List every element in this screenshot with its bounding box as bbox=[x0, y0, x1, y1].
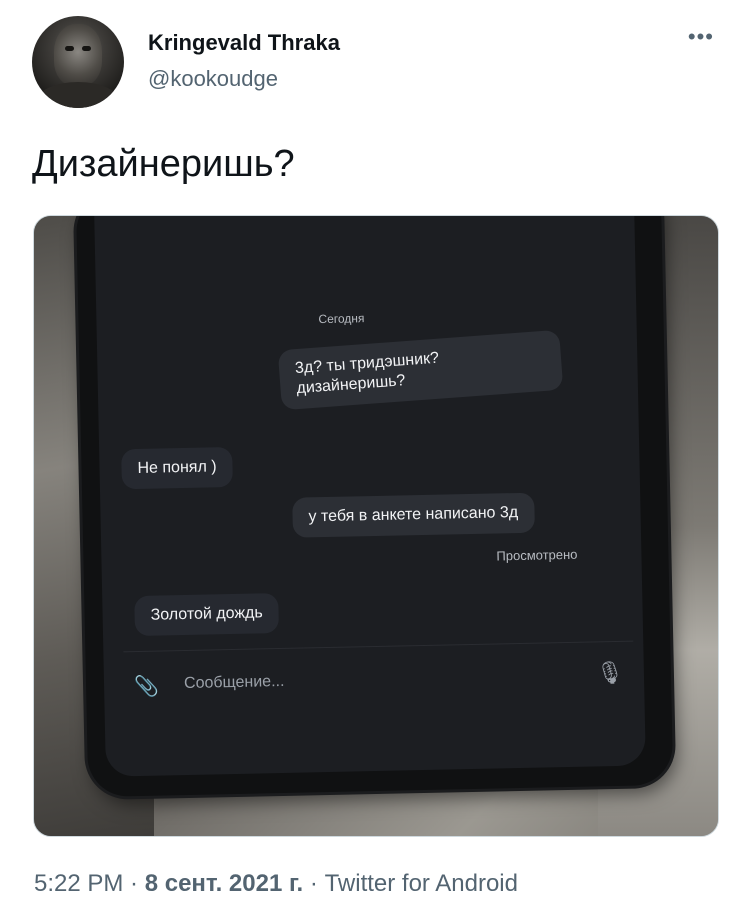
microphone-icon: 🎙 bbox=[595, 659, 625, 686]
avatar-shoulders bbox=[36, 82, 120, 108]
message-placeholder: Сообщение... bbox=[183, 672, 285, 693]
avatar-eye bbox=[65, 46, 74, 51]
avatar-eye bbox=[82, 46, 91, 51]
tweet-media-photo[interactable]: Сегодня 3д? ты тридэшник? дизайнеришь? Н… bbox=[33, 215, 719, 837]
chat-bubble-outgoing: у тебя в анкете написано 3д bbox=[292, 492, 535, 538]
avatar[interactable] bbox=[32, 16, 124, 108]
more-options-icon[interactable]: ••• bbox=[688, 24, 714, 50]
separator: · bbox=[123, 870, 145, 897]
tweet-time[interactable]: 5:22 PM bbox=[34, 870, 123, 897]
tweet-date[interactable]: 8 сент. 2021 г. bbox=[145, 870, 304, 897]
phone-in-photo: Сегодня 3д? ты тридэшник? дизайнеришь? Н… bbox=[75, 216, 674, 798]
chat-bubble-incoming: Не понял ) bbox=[121, 446, 234, 490]
paperclip-icon: 📎 bbox=[133, 675, 160, 699]
author-name[interactable]: Kringevald Thraka bbox=[148, 30, 340, 56]
chat-composer: 📎 Сообщение... 🎙 bbox=[123, 640, 635, 723]
author-handle[interactable]: @kookoudge bbox=[148, 66, 278, 92]
tweet-source[interactable]: Twitter for Android bbox=[325, 870, 518, 897]
phone-screen: Сегодня 3д? ты тридэшник? дизайнеришь? Н… bbox=[93, 216, 646, 777]
seen-status: Просмотрено bbox=[496, 546, 578, 564]
chat-bubble-incoming: Золотой дождь bbox=[134, 593, 280, 637]
tweet-footer: 5:22 PM · 8 сент. 2021 г. · Twitter for … bbox=[34, 870, 518, 898]
separator: · bbox=[303, 870, 325, 897]
tweet-header: Kringevald Thraka @kookoudge ••• bbox=[32, 14, 722, 114]
avatar-face bbox=[54, 24, 102, 86]
chat-bubble-outgoing: 3д? ты тридэшник? дизайнеришь? bbox=[277, 329, 564, 411]
tweet-text: Дизайнеришь? bbox=[32, 143, 295, 185]
date-divider: Сегодня bbox=[318, 311, 365, 327]
